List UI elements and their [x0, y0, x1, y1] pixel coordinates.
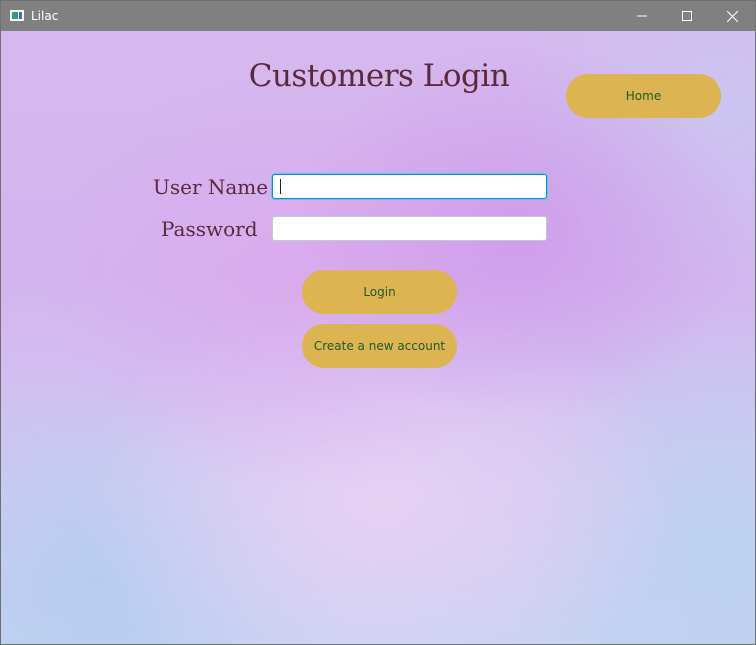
app-window: Lilac Customers Login Home User Name Pas… — [0, 0, 756, 645]
app-icon-pane-right — [19, 12, 22, 19]
password-field[interactable] — [272, 216, 547, 241]
app-window-icon — [10, 10, 24, 21]
app-icon-pane-left — [12, 12, 18, 19]
close-icon — [726, 10, 738, 22]
title-bar[interactable]: Lilac — [1, 1, 755, 31]
window-title: Lilac — [31, 9, 59, 23]
page-title: Customers Login — [248, 58, 510, 94]
text-cursor — [280, 179, 281, 194]
home-button[interactable]: Home — [566, 74, 721, 118]
maximize-button[interactable] — [664, 1, 710, 31]
password-label: Password — [161, 217, 258, 241]
minimize-button[interactable] — [619, 1, 665, 31]
login-button[interactable]: Login — [302, 270, 457, 314]
create-account-button[interactable]: Create a new account — [302, 324, 457, 368]
minimize-icon — [637, 15, 647, 17]
username-label: User Name — [153, 175, 269, 199]
close-button[interactable] — [709, 1, 755, 31]
maximize-icon — [682, 11, 692, 21]
login-panel: Customers Login Home User Name Password … — [1, 31, 755, 644]
username-field[interactable] — [272, 174, 547, 199]
